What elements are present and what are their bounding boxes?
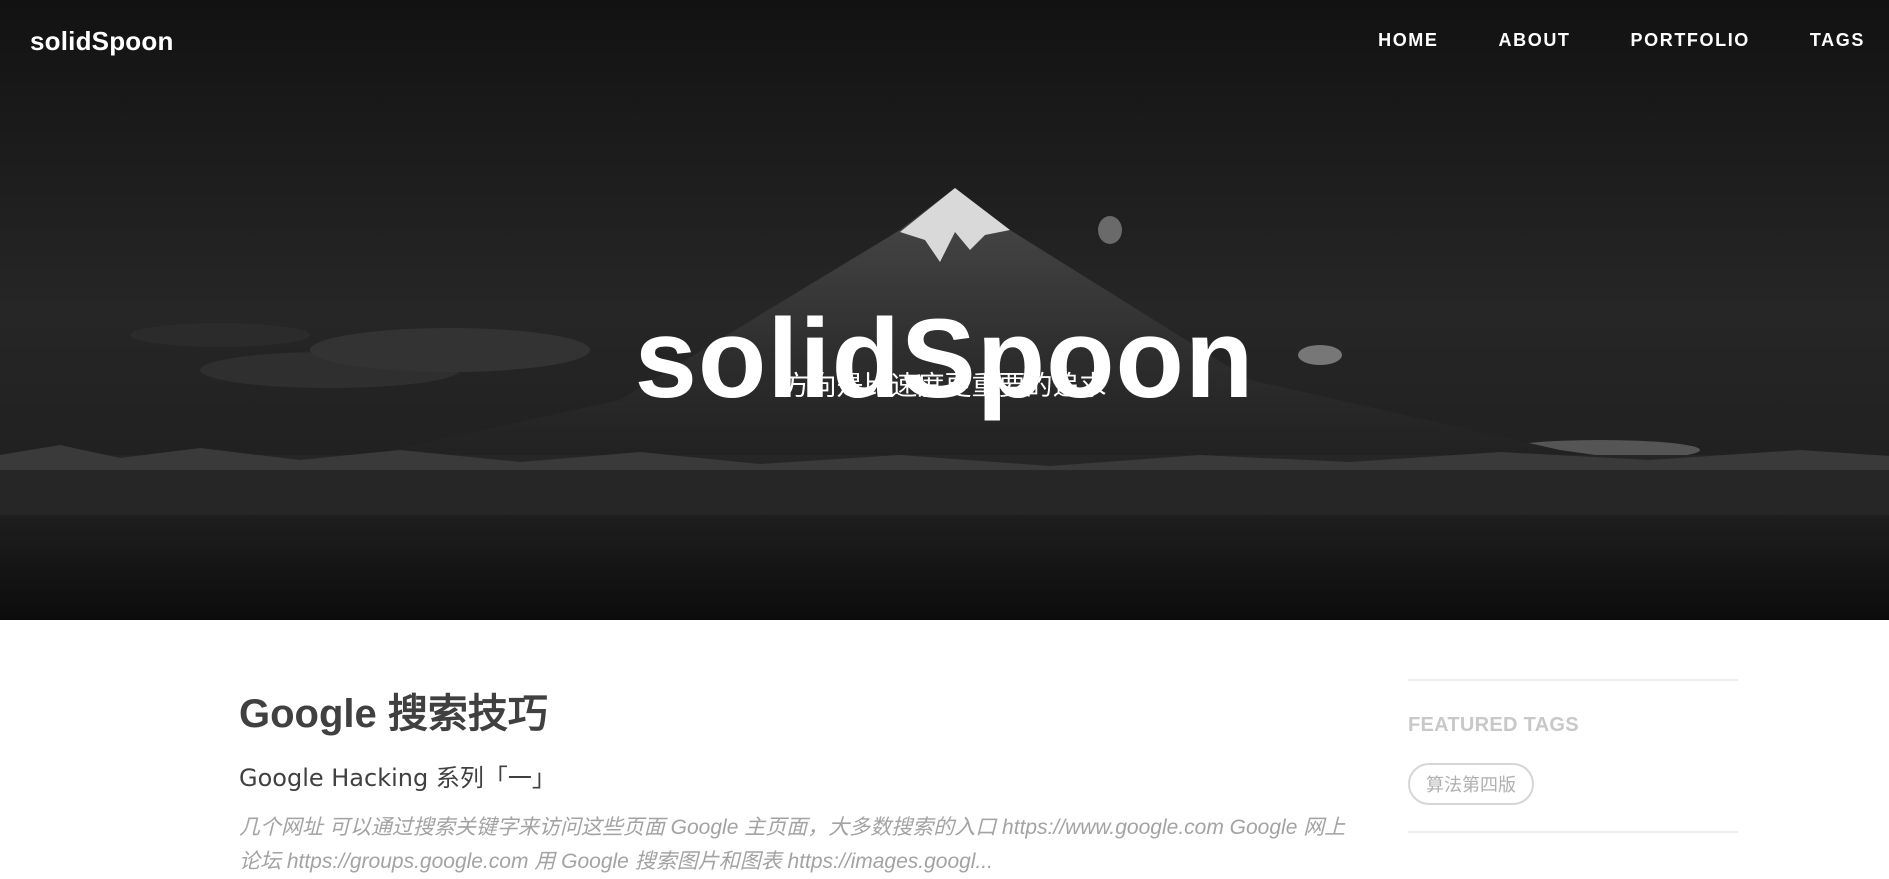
nav-portfolio-link[interactable]: PORTFOLIO	[1631, 30, 1750, 51]
sidebar-divider-top	[1408, 679, 1738, 681]
post-excerpt: 几个网址 可以通过搜索关键字来访问这些页面 Google 主页面，大多数搜索的入…	[239, 816, 1346, 873]
nav-home-link[interactable]: HOME	[1378, 30, 1438, 51]
nav-links: HOME ABOUT PORTFOLIO TAGS	[1318, 30, 1865, 51]
featured-tags-heading: FEATURED TAGS	[1408, 714, 1579, 736]
post-title-link[interactable]: Google 搜索技巧	[239, 692, 1359, 736]
brand-logo-link[interactable]: solidSpoon	[30, 26, 174, 57]
nav-about-link[interactable]: ABOUT	[1499, 30, 1571, 51]
post-subtitle[interactable]: Google Hacking 系列「一」	[239, 758, 1359, 793]
hero-subtitle: 方向是比速度更重要的追求	[782, 371, 1107, 402]
sidebar-featured-tags: FEATURED TAGS 算法第四版	[1408, 679, 1738, 833]
tag-chip[interactable]: 算法第四版	[1408, 763, 1534, 805]
post-preview: Google 搜索技巧 Google Hacking 系列「一」 几个网址 可以…	[239, 692, 1359, 879]
hero-header: solidSpoon HOME ABOUT PORTFOLIO TAGS sol…	[0, 0, 1889, 620]
sidebar-divider-bottom	[1408, 831, 1738, 833]
nav-tags-link[interactable]: TAGS	[1810, 30, 1865, 51]
navbar: solidSpoon HOME ABOUT PORTFOLIO TAGS	[0, 0, 1889, 80]
